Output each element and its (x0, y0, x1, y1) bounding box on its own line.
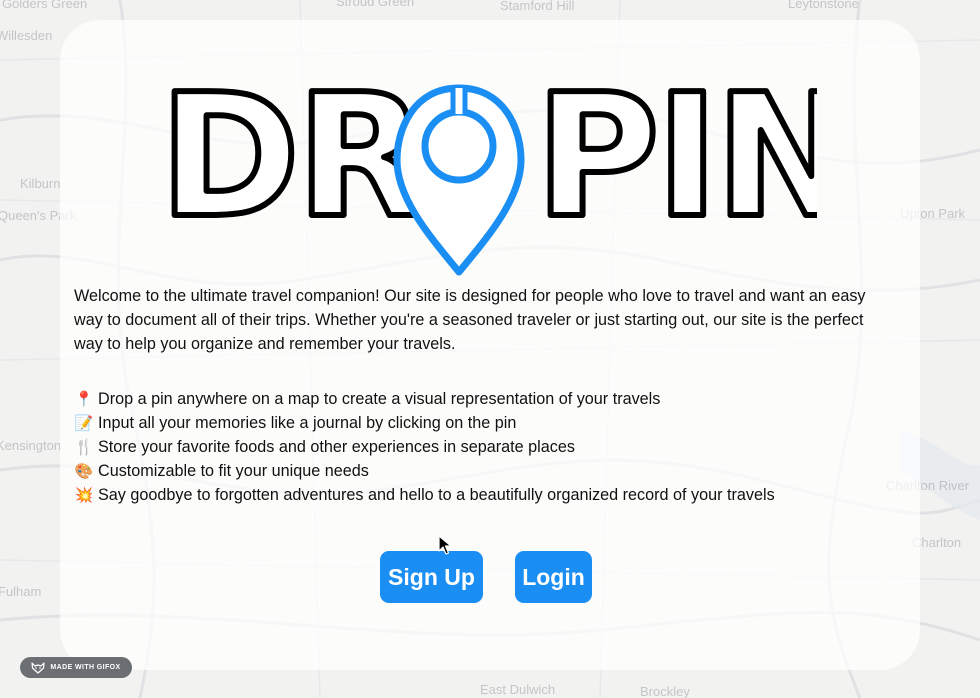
feature-text: Say goodbye to forgotten adventures and … (98, 486, 775, 504)
fork-and-knife-emoji: 🍴 (74, 438, 94, 456)
artist-palette-emoji: 🎨 (74, 462, 94, 480)
round-pushpin-emoji: 📍 (74, 390, 94, 408)
map-label: Kilburn (20, 176, 61, 191)
feature-item: 📍 Drop a pin anywhere on a map to create … (74, 387, 894, 411)
feature-item: 📝 Input all your memories like a journal … (74, 411, 894, 435)
feature-item: 💥 Say goodbye to forgotten adventures and… (74, 483, 894, 507)
mouse-cursor-icon (438, 535, 452, 555)
feature-text: Customizable to fit your unique needs (98, 462, 369, 480)
map-label: Golders Green (2, 0, 88, 11)
map-label: Stamford Hill (500, 0, 575, 13)
feature-text: Store your favorite foods and other expe… (98, 438, 575, 456)
map-label: Stroud Green (336, 0, 415, 9)
map-label: East Dulwich (480, 682, 556, 697)
memo-emoji: 📝 (74, 414, 94, 432)
feature-text: Input all your memories like a journal b… (98, 414, 517, 432)
feature-list: 📍 Drop a pin anywhere on a map to create … (74, 387, 894, 507)
intro-paragraph: Welcome to the ultimate travel companion… (74, 287, 866, 353)
dropin-logo: DR PIN (157, 80, 817, 276)
map-label: Kensington (0, 438, 62, 453)
collision-emoji: 💥 (74, 486, 94, 504)
map-label: Brockley (640, 684, 690, 698)
feature-item: 🍴 Store your favorite foods and other exp… (74, 435, 894, 459)
login-button[interactable]: Login (515, 551, 592, 603)
map-label: Fulham (0, 584, 42, 599)
badge-label: MADE WITH GIFOX (50, 664, 121, 671)
feature-text: Drop a pin anywhere on a map to create a… (98, 390, 661, 408)
map-label: Willesden (0, 28, 53, 43)
logo-text-dr: DR (159, 80, 424, 256)
feature-item: 🎨 Customizable to fit your unique needs (74, 459, 894, 483)
logo-text-pin: PIN (535, 80, 817, 256)
sign-up-button[interactable]: Sign Up (380, 551, 483, 603)
app-viewport: Golders Green Stroud Green Stamford Hill… (0, 0, 980, 698)
fox-icon (31, 661, 46, 674)
map-label: Leytonstone (788, 0, 859, 11)
made-with-gifox-badge[interactable]: MADE WITH GIFOX (20, 657, 132, 678)
